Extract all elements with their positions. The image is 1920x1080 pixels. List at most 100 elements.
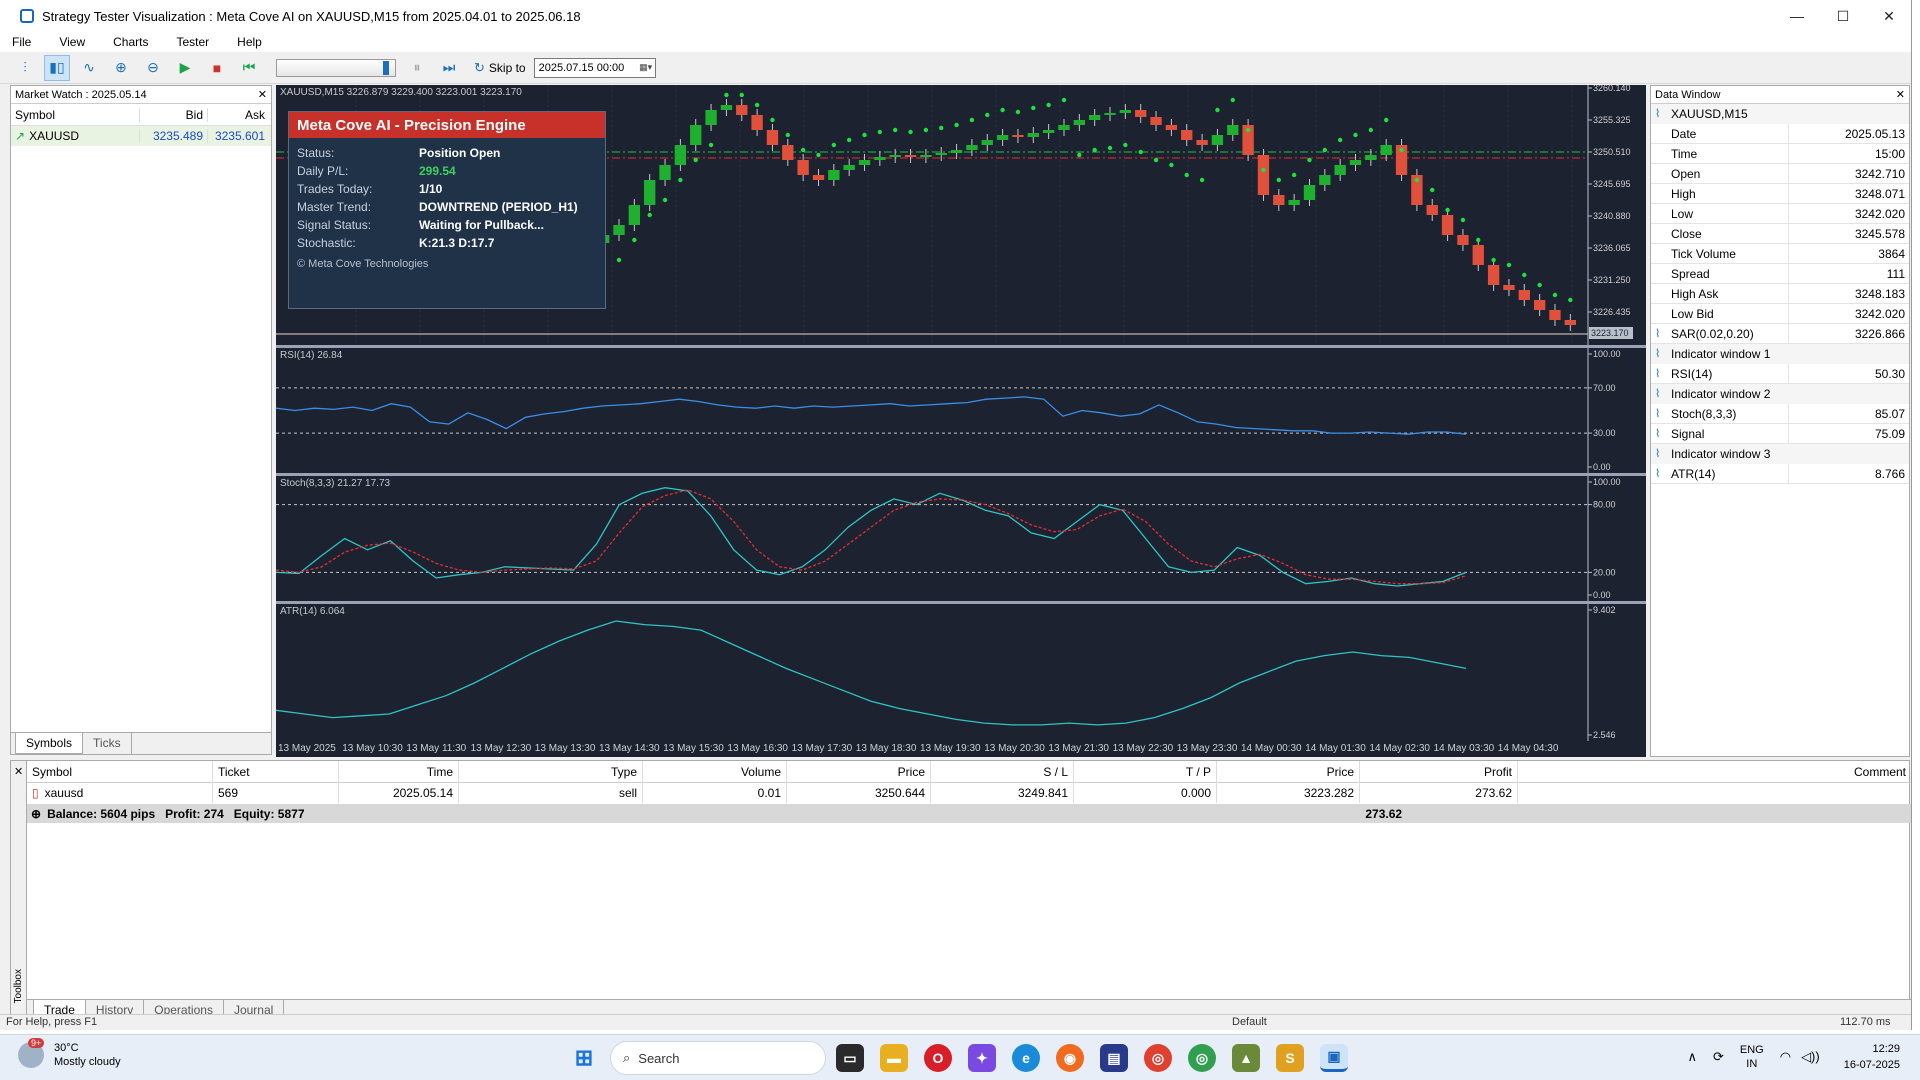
col-ticket[interactable]: Ticket (213, 760, 339, 783)
file-explorer-icon[interactable]: ▬ (880, 1044, 908, 1072)
chart-area[interactable]: XAUUSD,M15 3226.879 3229.400 3223.001 32… (276, 85, 1646, 757)
candle-body (1119, 110, 1132, 113)
close-icon[interactable]: ✕ (1896, 88, 1905, 101)
bar-chart-icon[interactable]: ⫶ (12, 55, 38, 81)
candle-body (628, 205, 641, 225)
sublime-icon[interactable]: S (1276, 1044, 1304, 1072)
calendar-dropdown-icon[interactable]: ▦▾ (637, 62, 655, 73)
trade-current-price: 3223.282 (1217, 783, 1360, 803)
wifi-icon[interactable]: ◠ (1780, 1049, 1791, 1065)
data-window-header: Data Window ✕ (1651, 86, 1909, 104)
metatrader-icon[interactable]: ▲ (1232, 1044, 1260, 1072)
pause-icon[interactable]: ⏸ (404, 55, 430, 81)
play-icon[interactable]: ▶ (172, 55, 198, 81)
close-icon[interactable]: ✕ (14, 765, 23, 1003)
maximize-button[interactable]: ☐ (1820, 0, 1866, 32)
menu-charts[interactable]: Charts (113, 35, 148, 49)
expand-icon[interactable]: ⊕ (31, 807, 41, 821)
step-forward-icon[interactable]: ⏭ (436, 55, 462, 81)
skip-date-picker[interactable]: 2025.07.15 00:00 ▦▾ (533, 57, 656, 78)
windows-start-icon[interactable]: ⊞ (570, 1044, 598, 1072)
firefox-icon[interactable]: ◉ (1056, 1044, 1084, 1072)
taskbar-search[interactable]: ⌕ Search (610, 1041, 826, 1075)
sar-dot (1107, 145, 1113, 151)
chrome-profile-icon[interactable]: ◎ (1188, 1044, 1216, 1072)
chart-line-icon: ⌇ (1655, 367, 1661, 380)
atr-pane[interactable]: ATR(14) 6.064 9.402 2.546 (276, 604, 1646, 741)
step-back-icon[interactable]: ⏮ (236, 55, 262, 81)
chevron-up-icon[interactable]: ∧ (1687, 1049, 1697, 1065)
data-window-row: Open 3242.710 (1651, 163, 1909, 184)
rsi-pane[interactable]: RSI(14) 26.84 100.00 70.00 30.00 0.00 (276, 348, 1646, 473)
col-symbol[interactable]: Symbol (11, 108, 139, 122)
col-type[interactable]: Type (459, 760, 643, 783)
candle-body (1487, 265, 1500, 285)
sar-dot (1230, 97, 1235, 103)
time-tick-label: 14 May 03:30 (1433, 743, 1495, 754)
col-price[interactable]: Price (787, 760, 931, 783)
candlestick-icon[interactable]: ▮▯ (44, 54, 70, 81)
price-pane[interactable]: XAUUSD,M15 3226.879 3229.400 3223.001 32… (276, 85, 1646, 345)
col-current-price[interactable]: Price (1217, 760, 1360, 783)
close-button[interactable]: ✕ (1866, 0, 1911, 32)
col-ask[interactable]: Ask (207, 107, 269, 122)
menu-help[interactable]: Help (237, 35, 262, 49)
language-indicator[interactable]: ENG IN (1740, 1043, 1764, 1071)
axis-tick-label: 2.546 (1593, 730, 1616, 740)
menu-file[interactable]: File (12, 35, 31, 49)
edge-icon[interactable]: e (1012, 1044, 1040, 1072)
col-time[interactable]: Time (339, 760, 459, 783)
trade-row[interactable]: ▯ xauusd 569 2025.05.14 01:30:00 sell 0.0… (27, 783, 1911, 820)
menu-view[interactable]: View (59, 35, 85, 49)
weather-widget[interactable]: 9+ 30°C Mostly cloudy (18, 1038, 121, 1069)
stop-icon[interactable]: ■ (204, 55, 230, 81)
zoom-in-icon[interactable]: ⊕ (108, 55, 134, 81)
col-symbol[interactable]: Symbol (27, 760, 213, 783)
menu-tester[interactable]: Tester (176, 35, 209, 49)
status-profile: Default (1232, 1016, 1267, 1028)
chrome-icon[interactable]: ◎ (1144, 1044, 1172, 1072)
data-value: 3248.183 (1854, 286, 1905, 301)
candle-body (1073, 120, 1085, 125)
time-tick-label: 13 May 13:30 (534, 743, 596, 754)
trade-tp: 0.000 (1074, 783, 1217, 803)
zoom-out-icon[interactable]: ⊖ (140, 55, 166, 81)
data-window-row: High Ask 3248.183 (1651, 283, 1909, 304)
skip-to-button[interactable]: ↻ Skip to (474, 60, 526, 76)
line-chart-icon[interactable]: ∿ (76, 55, 102, 81)
store-icon[interactable]: ▤ (1100, 1044, 1128, 1072)
sar-dot (877, 129, 883, 135)
volume-icon[interactable]: ◁)) (1801, 1049, 1820, 1065)
minimize-button[interactable]: — (1774, 0, 1820, 32)
copilot-icon[interactable]: ✦ (968, 1044, 996, 1072)
candle-body (1349, 160, 1362, 165)
candle-body (1380, 145, 1392, 155)
candle-body (981, 140, 993, 145)
col-volume[interactable]: Volume (643, 760, 787, 783)
tab-symbols[interactable]: Symbols (15, 733, 84, 754)
time-tick-label: 13 May 10:30 (342, 743, 403, 754)
tester-app-icon[interactable]: ▣ (1320, 1044, 1348, 1072)
data-key: Tick Volume (1671, 246, 1736, 261)
clock[interactable]: 12:29 16-07-2025 (1844, 1041, 1900, 1073)
data-window-row: ⌇ Signal 75.09 (1651, 423, 1909, 444)
market-watch-row[interactable]: ↗ XAUUSD 3235.489 3235.601 (11, 126, 271, 146)
info-value: 299.54 (419, 164, 456, 178)
tab-ticks[interactable]: Ticks (83, 733, 132, 754)
col-comment[interactable]: Comment (1518, 761, 1911, 783)
col-bid[interactable]: Bid (139, 107, 207, 122)
col-profit[interactable]: Profit (1360, 760, 1518, 783)
stoch-pane[interactable]: Stoch(8,3,3) 21.27 17.73 100.00 80.00 20.0… (276, 476, 1646, 601)
data-key: Open (1671, 166, 1701, 181)
speed-slider[interactable] (276, 58, 396, 77)
col-tp[interactable]: T / P (1074, 760, 1217, 783)
col-sl[interactable]: S / L (931, 760, 1074, 783)
info-copyright: © Meta Cove Technologies (297, 258, 429, 270)
sar-dot (1460, 217, 1466, 223)
chart-line-icon: ⌇ (1655, 107, 1661, 120)
data-window-row: ⌇ ATR(14) 8.766 (1651, 463, 1909, 484)
close-icon[interactable]: ✕ (258, 88, 267, 101)
task-view-icon[interactable]: ▭ (836, 1044, 864, 1072)
sync-icon[interactable]: ⟳ (1713, 1049, 1724, 1065)
opera-icon[interactable]: O (924, 1044, 952, 1072)
